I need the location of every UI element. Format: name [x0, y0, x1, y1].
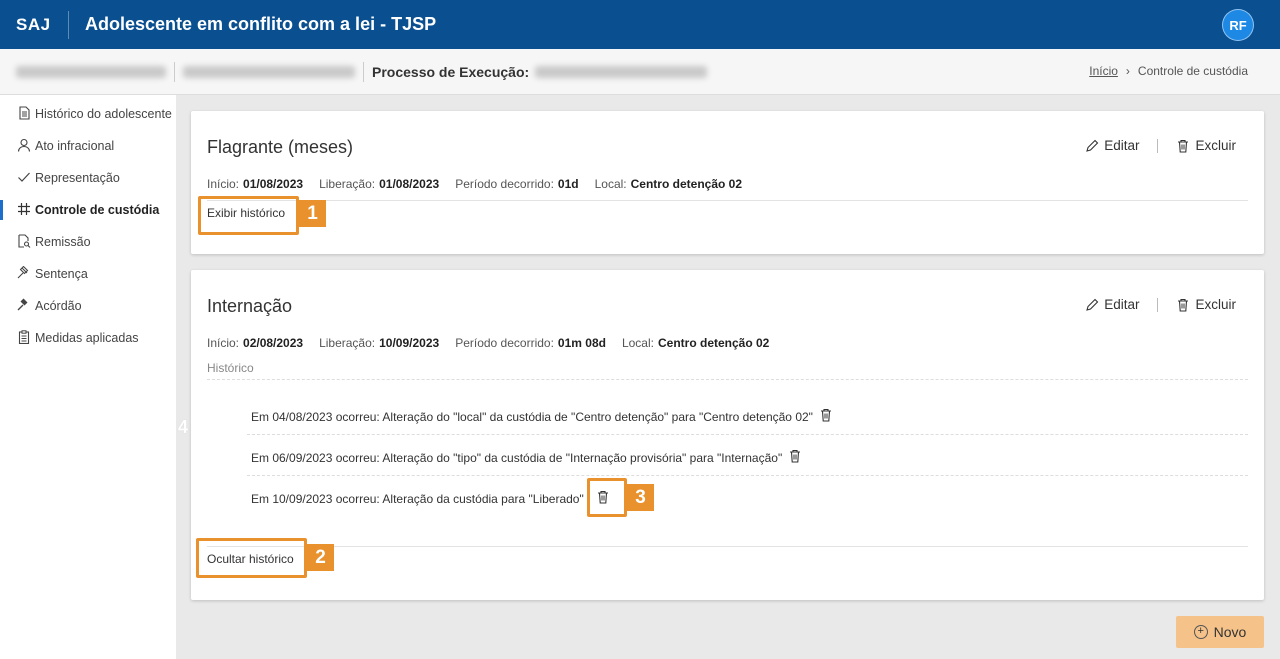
- history-label: Histórico: [207, 361, 254, 375]
- card-actions: Editar Excluir: [1085, 297, 1236, 312]
- divider: [207, 379, 1248, 380]
- step-badge: 3: [627, 484, 654, 511]
- document-icon: [17, 105, 31, 123]
- edit-button[interactable]: Editar: [1085, 297, 1139, 312]
- context-bar: Processo de Execução: Início › Controle …: [0, 49, 1280, 95]
- delete-button[interactable]: Excluir: [1176, 138, 1236, 153]
- redacted-number: [183, 65, 355, 78]
- inicio-field: Início: 02/08/2023: [207, 336, 304, 350]
- sidebar-item-label: Controle de custódia: [35, 203, 160, 217]
- custody-card-flagrante: Flagrante (meses) Editar Excluir Início:…: [191, 111, 1264, 254]
- edit-button[interactable]: Editar: [1085, 138, 1139, 153]
- sidebar-item-label: Sentença: [35, 267, 88, 281]
- liberacao-field: Liberação: 10/09/2023: [319, 336, 440, 350]
- step-badge: 2: [307, 544, 334, 571]
- hash-icon: [17, 202, 31, 219]
- custody-meta: Início: 02/08/2023 Liberação: 10/09/2023 P…: [207, 336, 769, 350]
- history-text: Em 04/08/2023 ocorreu: Alteração do "loc…: [251, 409, 813, 424]
- history-text: Em 06/09/2023 ocorreu: Alteração do "tip…: [251, 450, 783, 465]
- top-bar: SAJ Adolescente em conflito com a lei - …: [0, 0, 1280, 49]
- sidebar-item-historico[interactable]: Histórico do adolescente: [0, 98, 176, 130]
- history-row: Em 06/09/2023 ocorreu: Alteração do "tip…: [251, 449, 1247, 466]
- breadcrumb-home[interactable]: Início: [1089, 64, 1118, 78]
- clipboard-icon: [17, 329, 31, 347]
- card-title: Internação: [207, 296, 293, 316]
- sidebar-item-label: Representação: [35, 171, 120, 185]
- delete-button[interactable]: Excluir: [1176, 297, 1236, 312]
- inicio-field: Início: 01/08/2023: [207, 177, 304, 191]
- sidebar-item-medidas[interactable]: Medidas aplicadas: [0, 322, 176, 354]
- person-icon: [17, 138, 31, 155]
- pencil-icon: [1086, 298, 1099, 311]
- trash-icon: [1178, 139, 1189, 153]
- edit-label: Editar: [1104, 138, 1140, 153]
- history-row: Em 10/09/2023 ocorreu: Alteração da cust…: [251, 490, 1247, 507]
- user-avatar[interactable]: RF: [1222, 9, 1254, 41]
- action-divider: [1157, 138, 1159, 153]
- breadcrumb: Início › Controle de custódia: [1089, 64, 1248, 78]
- sidebar-item-ato-infracional[interactable]: Ato infracional: [0, 130, 176, 162]
- app-title: Adolescente em conflito com a lei - TJSP: [85, 14, 437, 34]
- sidebar-item-label: Acórdão: [35, 299, 82, 313]
- action-divider: [1157, 297, 1159, 312]
- history-row: Em 04/08/2023 ocorreu: Alteração do "loc…: [251, 408, 1247, 425]
- breadcrumb-current: Controle de custódia: [1137, 64, 1248, 78]
- edit-label: Editar: [1104, 297, 1140, 312]
- context-divider: [363, 61, 364, 82]
- periodo-field: Período decorrido: 01d: [455, 177, 579, 191]
- custody-meta: Início: 01/08/2023 Liberação: 01/08/2023 P…: [207, 177, 742, 191]
- sidebar-item-label: Histórico do adolescente: [35, 107, 172, 121]
- history-text: Em 10/09/2023 ocorreu: Alteração da cust…: [251, 491, 584, 506]
- sidebar-item-label: Remissão: [35, 235, 91, 249]
- plus-circle-icon: +: [1193, 625, 1208, 639]
- trash-icon: [1178, 298, 1189, 312]
- pencil-icon: [1086, 139, 1099, 152]
- new-button[interactable]: + Novo: [1176, 616, 1264, 648]
- new-label: Novo: [1213, 624, 1247, 640]
- chevron-right-icon: ›: [1125, 64, 1130, 78]
- divider: [207, 200, 1248, 201]
- gavel-icon: [17, 265, 31, 283]
- local-field: Local: Centro detenção 02: [594, 177, 743, 191]
- redacted-process-number: [535, 65, 708, 78]
- brand-logo[interactable]: SAJ: [0, 15, 68, 35]
- context-divider: [174, 61, 175, 82]
- document-search-icon: [17, 233, 31, 251]
- redacted-name: [16, 65, 166, 78]
- delete-label: Excluir: [1195, 297, 1236, 312]
- sidebar: Histórico do adolescente Ato infracional…: [0, 95, 176, 659]
- trash-icon[interactable]: [819, 408, 833, 425]
- highlight-box: [587, 478, 627, 517]
- local-field: Local: Centro detenção 02: [621, 336, 770, 350]
- sidebar-item-label: Ato infracional: [35, 139, 115, 153]
- sidebar-item-controle-custodia[interactable]: Controle de custódia: [0, 194, 176, 226]
- delete-label: Excluir: [1195, 138, 1236, 153]
- step-badge: 1: [299, 200, 326, 227]
- liberacao-field: Liberação: 01/08/2023: [319, 177, 440, 191]
- sidebar-item-acordao[interactable]: Acórdão: [0, 290, 176, 322]
- process-label: Processo de Execução:: [372, 63, 530, 80]
- highlight-box: [196, 538, 307, 578]
- divider: [247, 475, 1248, 476]
- periodo-field: Período decorrido: 01m 08d: [455, 336, 606, 350]
- divider: [207, 546, 1248, 547]
- sidebar-item-remissao[interactable]: Remissão: [0, 226, 176, 258]
- divider: [247, 434, 1248, 435]
- trash-icon[interactable]: [788, 449, 802, 466]
- sidebar-item-representacao[interactable]: Representação: [0, 162, 176, 194]
- custody-card-internacao: Internação Editar Excluir Início: 02/08/2…: [191, 270, 1264, 600]
- sidebar-item-label: Medidas aplicadas: [35, 331, 139, 345]
- step-marker: 4: [178, 417, 189, 437]
- gavel-icon: [17, 298, 31, 315]
- highlight-box: [198, 196, 299, 235]
- card-title: Flagrante (meses): [207, 137, 354, 157]
- card-actions: Editar Excluir: [1085, 138, 1236, 153]
- sidebar-item-sentenca[interactable]: Sentença: [0, 258, 176, 290]
- check-icon: [17, 170, 31, 187]
